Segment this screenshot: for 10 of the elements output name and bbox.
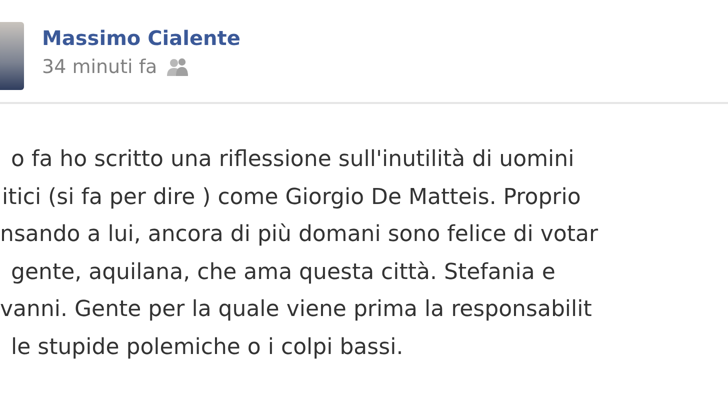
post-text-line: le stupide polemiche o i colpi bassi. xyxy=(11,334,404,362)
post-text-line: gente, aquilana, che ama questa città. Stefania e xyxy=(11,258,556,286)
author-name[interactable]: Massimo Cialente xyxy=(42,26,240,50)
avatar-placeholder xyxy=(0,22,24,90)
post-text-line: o fa ho scritto una riflessione sull'inutilità di uomini xyxy=(11,146,574,174)
post-text-line: vanni. Gente per la quale viene prima la responsabilit xyxy=(0,296,592,324)
post-text-line: itici (si fa per dire ) come Giorgio De Matteis. Proprio xyxy=(2,184,581,212)
people-icon[interactable] xyxy=(167,57,190,77)
post-text-line: nsando a lui, ancora di più domani sono felice di votar xyxy=(0,221,598,249)
post-time[interactable]: 34 minuti fa xyxy=(42,56,158,78)
